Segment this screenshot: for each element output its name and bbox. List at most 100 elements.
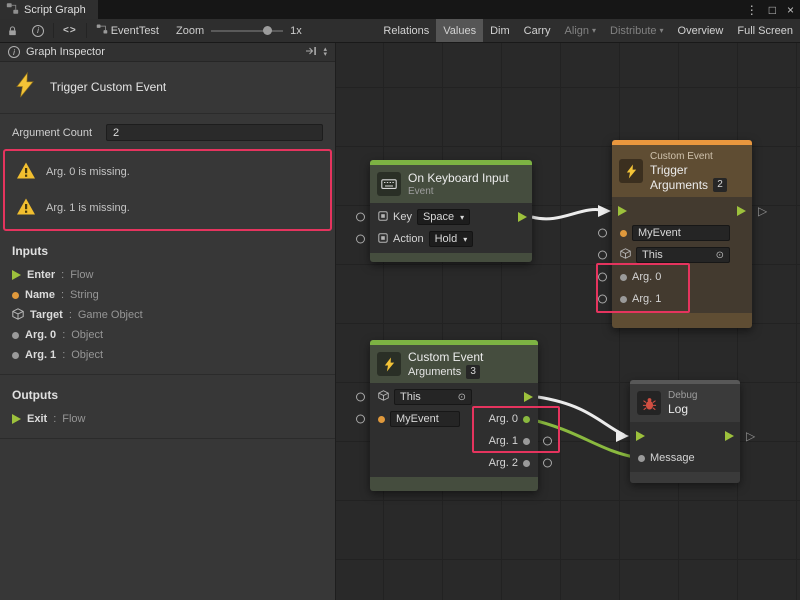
node-footer (612, 313, 752, 328)
action-input-port[interactable] (356, 235, 365, 244)
arg1-outer-port[interactable] (543, 437, 552, 446)
event-name-field[interactable]: MyEvent (390, 411, 460, 427)
arg2-output-port[interactable] (523, 460, 530, 467)
info-button[interactable]: i (25, 19, 51, 42)
align-button[interactable]: Align ▾ (558, 19, 603, 42)
graph-reference[interactable]: EventTest (89, 19, 166, 42)
wire-arguments-to-debug[interactable] (538, 397, 624, 435)
name-input-port[interactable] (356, 415, 365, 424)
flow-output-port[interactable] (725, 431, 734, 441)
info-icon: i (32, 25, 44, 37)
node-debug-log[interactable]: Debug Log Message (630, 380, 740, 483)
wire-keyboard-to-trigger[interactable] (532, 210, 606, 219)
graph-canvas[interactable]: On Keyboard Input Event Key Space ▾ (336, 43, 800, 600)
port-list-item: Name : String (12, 285, 323, 305)
arg1-output-port[interactable] (523, 438, 530, 445)
arg2-outer-port[interactable] (543, 459, 552, 468)
node-on-keyboard-input[interactable]: On Keyboard Input Event Key Space ▾ (370, 160, 532, 262)
zoom-slider[interactable] (211, 30, 283, 32)
full-screen-button[interactable]: Full Screen (730, 19, 800, 42)
message-input-port[interactable] (638, 455, 645, 462)
warning-text: Arg. 0 is missing. (46, 166, 130, 178)
tab-script-graph[interactable]: Script Graph (0, 0, 98, 19)
target-input-port[interactable] (598, 251, 607, 260)
target-field[interactable]: This ⊙ (394, 389, 472, 405)
window-close-icon[interactable]: × (787, 3, 794, 17)
argument-count-label: Argument Count (12, 127, 98, 139)
flow-row (630, 425, 740, 447)
name-input-port[interactable] (598, 229, 607, 238)
zoom-slider-knob[interactable] (263, 26, 272, 35)
action-dropdown[interactable]: Hold ▾ (429, 231, 474, 247)
port-name: Name (25, 289, 55, 301)
message-label: Message (650, 452, 695, 464)
values-button[interactable]: Values (436, 19, 483, 42)
inspector-header-title: Graph Inspector (26, 46, 105, 58)
dock-icon[interactable] (305, 46, 317, 59)
node-trigger-custom-event[interactable]: Custom Event Trigger Arguments 2 (612, 140, 752, 328)
event-name-field[interactable]: MyEvent (632, 225, 730, 241)
warning-text: Arg. 1 is missing. (46, 202, 130, 214)
arg0-input-port[interactable] (598, 273, 607, 282)
target-row: This ⊙ (612, 244, 752, 266)
arg2-row: Arg. 2 (370, 452, 538, 474)
flow-input-port[interactable] (618, 206, 627, 216)
flow-input-port[interactable] (636, 431, 645, 441)
arg1-input-port[interactable] (598, 295, 607, 304)
node-footer (630, 472, 740, 483)
zoom-value: 1x (290, 25, 302, 37)
window-menu-icon[interactable]: ⋮ (746, 3, 758, 17)
flow-port-icon (12, 414, 21, 424)
action-type-icon (378, 233, 388, 246)
node-custom-event[interactable]: Custom Event Arguments 3 This ⊙ (370, 340, 538, 491)
flow-output-port[interactable] (518, 212, 527, 222)
key-input-port[interactable] (356, 213, 365, 222)
node-title: On Keyboard Input (408, 171, 509, 185)
port-name: Arg. 0 (25, 329, 56, 341)
node-title-line2: Arguments 2 (650, 178, 727, 192)
target-input-port[interactable] (356, 393, 365, 402)
toolbar-separator (86, 23, 87, 38)
warning-icon (16, 161, 36, 183)
flow-output-port[interactable] (737, 206, 746, 216)
arg1-row: Arg. 1 (612, 288, 752, 310)
flow-port-icon (12, 270, 21, 280)
arg0-output-port[interactable] (523, 416, 530, 423)
lock-icon[interactable] (0, 19, 25, 42)
window-maximize-icon[interactable]: □ (769, 3, 776, 17)
port-name: Target (30, 309, 63, 321)
overview-button[interactable]: Overview (671, 19, 731, 42)
argument-count-row: Argument Count 2 (12, 124, 323, 141)
relations-button[interactable]: Relations (376, 19, 436, 42)
gameobject-cube-icon (620, 248, 631, 262)
wire-arrowhead-icon (616, 430, 629, 442)
object-picker-icon[interactable]: ⊙ (716, 250, 724, 261)
bug-icon (637, 391, 661, 415)
custom-event-icon (12, 72, 38, 101)
action-label: Action (393, 233, 424, 245)
dim-button[interactable]: Dim (483, 19, 517, 42)
carry-button[interactable]: Carry (517, 19, 558, 42)
port-name: Enter (27, 269, 55, 281)
action-row: Action Hold ▾ (370, 228, 532, 250)
node-title: Log (668, 402, 697, 416)
node-footer (370, 253, 532, 262)
object-port-icon (12, 332, 19, 339)
spinner-icon[interactable]: ▴ ▾ (323, 47, 327, 57)
node-body: This ⊙ MyEvent Arg. 0 (370, 383, 538, 477)
port-type: Game Object (78, 309, 143, 321)
argument-count-input[interactable]: 2 (106, 124, 323, 141)
code-view-button[interactable]: <> (56, 19, 84, 42)
key-dropdown[interactable]: Space ▾ (417, 209, 470, 225)
flow-output-port[interactable] (524, 392, 533, 402)
arg0-row: Arg. 0 (612, 266, 752, 288)
keycode-type-icon (378, 211, 388, 224)
divider (0, 374, 335, 375)
inspected-unit-title: Trigger Custom Event (50, 80, 166, 94)
distribute-button[interactable]: Distribute ▾ (603, 19, 670, 42)
object-picker-icon[interactable]: ⊙ (458, 392, 466, 403)
target-field[interactable]: This ⊙ (636, 247, 730, 263)
graph-inspector-panel: i Graph Inspector ▴ ▾ Trigger Custom Eve… (0, 43, 336, 600)
target-row: This ⊙ (370, 386, 538, 408)
key-row: Key Space ▾ (370, 206, 532, 228)
